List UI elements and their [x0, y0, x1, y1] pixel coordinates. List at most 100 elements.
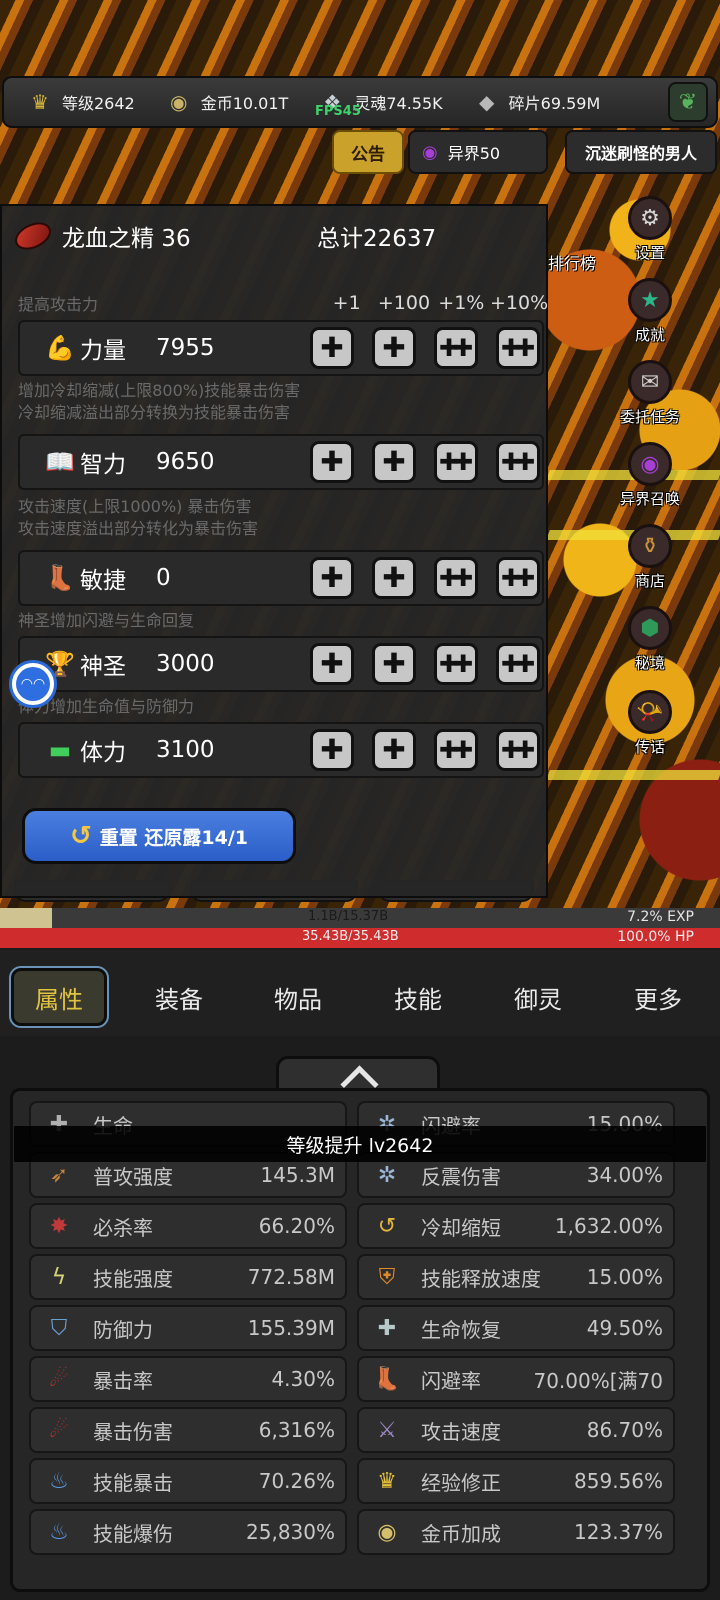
dumbbell-icon: ▬	[48, 736, 72, 764]
plus-10pct-button[interactable]: ✚✚	[496, 327, 540, 369]
otherworld-button[interactable]: ◉ 异界50	[408, 130, 548, 174]
stat-value: 86.70%	[586, 1418, 663, 1442]
stat-name: 暴击率	[93, 1368, 153, 1393]
side-item-label: 成就	[634, 326, 665, 344]
fps-counter: FPS45	[315, 104, 361, 119]
plus-1-button[interactable]: ✚	[310, 441, 354, 483]
tab-items[interactable]: 物品	[250, 968, 346, 1026]
stat-name: 经验修正	[421, 1470, 501, 1495]
crown-icon: ♛	[31, 90, 49, 114]
stat-cell: 👢 闪避率 70.00%[满70	[357, 1356, 675, 1402]
side-item-label: 设置	[634, 244, 665, 262]
plus-1pct-button[interactable]: ✚✚	[434, 441, 478, 483]
boot-icon: 👢	[373, 1366, 401, 1392]
plus-1pct-button[interactable]: ✚✚	[434, 327, 478, 369]
plus-buttons: ✚ ✚ ✚✚ ✚✚	[310, 729, 540, 771]
stat-name: 冷却缩短	[421, 1215, 501, 1240]
otherworld-label: 异界50	[447, 144, 501, 163]
attr-name: 体力	[80, 740, 126, 766]
shield-fire-icon: ⛨	[378, 1264, 396, 1290]
player-name[interactable]: 沉迷刷怪的男人	[565, 130, 717, 174]
stat-value: 66.20%	[258, 1214, 335, 1238]
stat-cell: ☄ 暴击率 4.30%	[29, 1356, 347, 1402]
side-item-summon[interactable]: ◉ 异界召唤	[610, 442, 690, 509]
level-text: 等级2642	[62, 94, 135, 113]
boot-icon: 👢	[45, 564, 75, 592]
plus-100-button[interactable]: ✚	[372, 557, 416, 599]
tab-equipment[interactable]: 装备	[131, 968, 227, 1026]
damage-number-streak	[546, 770, 720, 780]
stat-cell: ✚ 生命恢复 49.50%	[357, 1305, 675, 1351]
stat-cell: ⛨ 技能释放速度 15.00%	[357, 1254, 675, 1300]
level-resource: ♛ 等级2642	[26, 88, 135, 116]
soul-text: 灵魂74.55K	[354, 94, 443, 113]
side-item-secret-realm[interactable]: ⬢ 秘境	[610, 606, 690, 673]
increment-header-1pct: +1%	[438, 292, 485, 314]
side-item-shop[interactable]: ⚱ 商店	[610, 524, 690, 591]
stat-name: 技能爆伤	[93, 1521, 173, 1546]
side-item-horn[interactable]: 📯 传话	[610, 690, 690, 757]
plus-100-button[interactable]: ✚	[372, 327, 416, 369]
exp-fill	[0, 908, 52, 928]
reset-icon: ↺	[69, 821, 92, 851]
leaderboard-label[interactable]: 排行榜	[548, 250, 596, 274]
side-item-quests[interactable]: ✉ 委托任务	[610, 360, 690, 427]
plus-1pct-button[interactable]: ✚✚	[434, 643, 478, 685]
plus-1-button[interactable]: ✚	[310, 643, 354, 685]
agility-desc: 攻击速度(上限1000%) 暴击伤害 攻击速度溢出部分转化为暴击伤害	[18, 497, 259, 538]
gold-resource: ◉ 金币10.01T	[165, 88, 288, 116]
quest-icon: ✉	[628, 360, 672, 404]
stat-value: 49.50%	[586, 1316, 663, 1340]
plus-10pct-button[interactable]: ✚✚	[496, 729, 540, 771]
portal-icon: ◉	[628, 442, 672, 486]
plus-1-button[interactable]: ✚	[310, 729, 354, 771]
chevron-up-icon	[338, 1067, 378, 1085]
plus-buttons: ✚ ✚ ✚✚ ✚✚	[310, 557, 540, 599]
plus-10pct-button[interactable]: ✚✚	[496, 441, 540, 483]
side-item-achievements[interactable]: ★ 成就	[610, 278, 690, 345]
plus-10pct-button[interactable]: ✚✚	[496, 643, 540, 685]
stat-value: 34.00%	[586, 1163, 663, 1187]
reset-label: 重置 还原露14/1	[99, 826, 248, 849]
stat-cell: ϟ 技能强度 772.58M	[29, 1254, 347, 1300]
plus-1-button[interactable]: ✚	[310, 557, 354, 599]
tab-skills[interactable]: 技能	[370, 968, 466, 1026]
plus-100-button[interactable]: ✚	[372, 729, 416, 771]
notice-button[interactable]: 公告	[332, 130, 404, 174]
fragment-icon: ◆	[478, 90, 495, 114]
plus-10pct-button[interactable]: ✚✚	[496, 557, 540, 599]
side-item-label: 传话	[634, 738, 665, 756]
tab-attributes[interactable]: 属性	[9, 966, 109, 1028]
leaf-menu-button[interactable]: ❦	[668, 82, 708, 122]
stat-name: 反震伤害	[421, 1164, 501, 1189]
lightning-icon: ϟ	[51, 1264, 67, 1290]
stat-name: 普攻强度	[93, 1164, 173, 1189]
fragment-text: 碎片69.59M	[508, 94, 601, 113]
reset-button[interactable]: ↺ 重置 还原露14/1	[22, 808, 296, 864]
leaf-icon: ❦	[678, 89, 698, 115]
plus-buttons: ✚ ✚ ✚✚ ✚✚	[310, 441, 540, 483]
stat-cell: ⚔ 攻击速度 86.70%	[357, 1407, 675, 1453]
side-item-settings[interactable]: ⚙ 设置	[610, 196, 690, 263]
stat-value: 6,316%	[258, 1418, 335, 1442]
stat-name: 闪避率	[421, 1368, 481, 1393]
stat-name: 技能暴击	[93, 1470, 173, 1495]
star-icon: ★	[628, 278, 672, 322]
plus-100-button[interactable]: ✚	[372, 643, 416, 685]
plus-100-button[interactable]: ✚	[372, 441, 416, 483]
coin-icon: ◉	[170, 90, 188, 114]
plus-1pct-button[interactable]: ✚✚	[434, 557, 478, 599]
attr-row-intelligence: 📖 智力 9650 ✚ ✚ ✚✚ ✚✚	[18, 434, 544, 490]
stat-name: 生命恢复	[421, 1317, 501, 1342]
attr-name: 敏捷	[80, 568, 126, 594]
stat-value: 70.26%	[258, 1469, 335, 1493]
ice-icon: ✲	[377, 1162, 397, 1188]
chat-bubble-button[interactable]: ◠◠	[9, 660, 57, 708]
stat-cell: ☄ 暴击伤害 6,316%	[29, 1407, 347, 1453]
stat-value: 859.56%	[574, 1469, 663, 1493]
plus-1-button[interactable]: ✚	[310, 327, 354, 369]
tab-more[interactable]: 更多	[610, 968, 706, 1026]
plus-1pct-button[interactable]: ✚✚	[434, 729, 478, 771]
tab-spirits[interactable]: 御灵	[490, 968, 586, 1026]
attr-name: 神圣	[80, 654, 126, 680]
